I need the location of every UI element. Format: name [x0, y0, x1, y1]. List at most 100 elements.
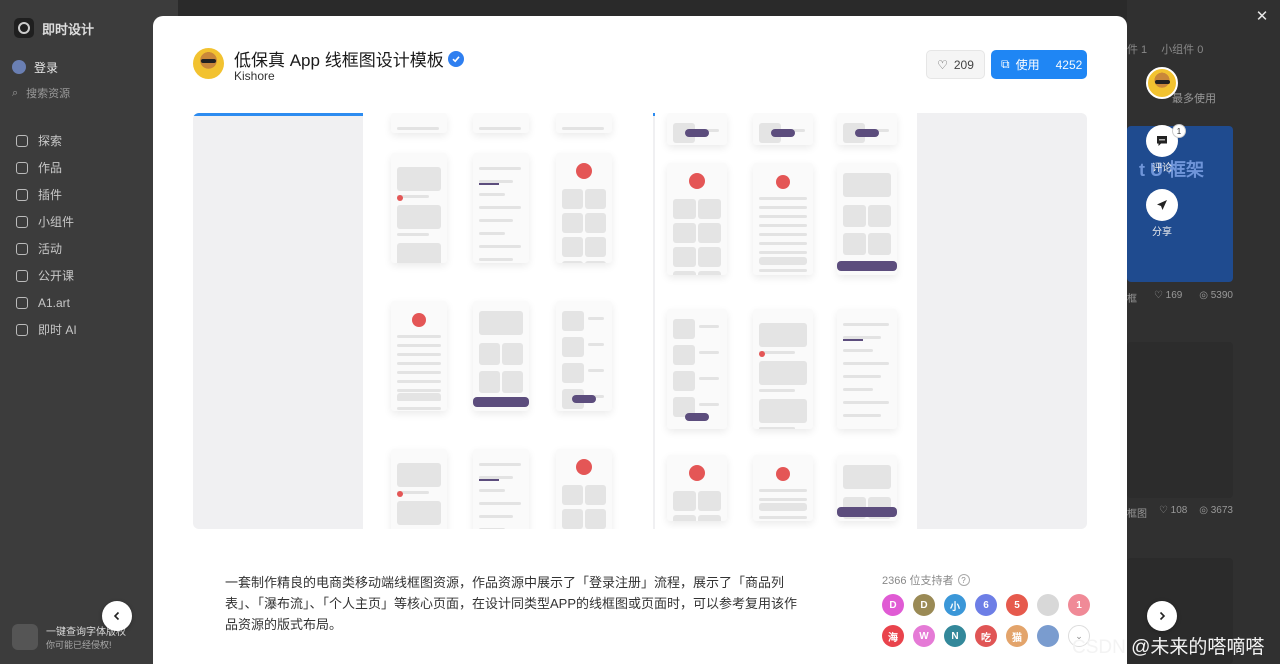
wireframe-shape: [776, 175, 790, 189]
sort-dropdown[interactable]: 最多使用: [1172, 90, 1216, 106]
supporter-avatar[interactable]: 海: [882, 625, 904, 647]
sidebar-item-courses[interactable]: 公开课: [16, 262, 77, 289]
app-name: 即时设计: [42, 21, 95, 37]
background-card[interactable]: [1127, 342, 1233, 498]
wireframe-shape: [397, 362, 441, 365]
wireframe-shape: [843, 173, 891, 197]
use-count: 4252: [1055, 57, 1083, 72]
supporter-avatar[interactable]: 5: [1006, 594, 1028, 616]
close-icon[interactable]: ✕: [1254, 9, 1270, 25]
wireframe-shape: [855, 129, 879, 137]
wireframe-screen: [556, 153, 612, 263]
wireframe-screen: [556, 113, 612, 133]
wireframe-shape: [843, 205, 866, 227]
use-button[interactable]: ⧉ 使用 4252: [991, 50, 1087, 79]
sidebar-item-label: A1.art: [38, 295, 71, 310]
wireframe-shape: [759, 361, 807, 385]
supporter-avatar[interactable]: N: [944, 625, 966, 647]
wireframe-screen: [667, 163, 727, 275]
like-button[interactable]: ♡ 209: [926, 50, 985, 79]
wireframe-shape: [673, 371, 695, 391]
help-icon[interactable]: ?: [957, 574, 970, 586]
copy-icon: ⧉: [1001, 57, 1010, 71]
wireframe-shape: [837, 507, 897, 517]
wireframe-shape: [473, 397, 529, 407]
share-button[interactable]: [1146, 189, 1178, 221]
wireframe-screen: [753, 309, 813, 429]
wireframe-shape: [759, 251, 807, 254]
wireframe-shape: [588, 317, 604, 320]
supporter-avatar[interactable]: D: [882, 594, 904, 616]
search-icon: ⌕: [12, 86, 19, 99]
sidebar-item-plugins[interactable]: 插件: [16, 181, 77, 208]
background-card[interactable]: t U 框架: [1127, 126, 1233, 282]
wireframe-shape: [562, 127, 604, 130]
wireframe-screen: [391, 153, 447, 263]
supporter-avatar[interactable]: 小: [944, 594, 966, 616]
view-count: ◎ 3673: [1199, 505, 1233, 516]
wireframe-shape: [479, 219, 513, 222]
wireframe-shape: [673, 345, 695, 365]
sidebar-item-explore[interactable]: 探索: [16, 127, 77, 154]
supporter-avatar[interactable]: 猫: [1006, 625, 1028, 647]
author-name[interactable]: Kishore: [234, 69, 275, 83]
wireframe-shape: [562, 337, 584, 357]
wireframe-screen: [473, 301, 529, 411]
wireframe-shape: [479, 502, 521, 505]
author-avatar-floating[interactable]: [1146, 67, 1178, 99]
sidebar-item-works[interactable]: 作品: [16, 154, 77, 181]
wireframe-shape: [759, 427, 795, 429]
prev-arrow-button[interactable]: [102, 601, 132, 631]
compass-icon: [16, 134, 28, 147]
wireframe-screen: [473, 113, 529, 133]
tab-widgets[interactable]: 小组件 0: [1161, 41, 1203, 57]
supporters-label: 2366 位支持者: [882, 575, 954, 587]
sidebar-item-a1art[interactable]: A1.art: [16, 289, 77, 316]
sidebar-item-widgets[interactable]: 小组件: [16, 208, 77, 235]
font-promo[interactable]: 一键查询字体版权 你可能已经侵权!: [12, 620, 162, 654]
wireframe-shape: [585, 485, 606, 505]
wireframe-shape: [479, 479, 499, 481]
wireframe-shape: [698, 223, 721, 243]
heart-icon: ♡: [937, 57, 948, 72]
wireframe-shape: [689, 465, 705, 481]
wireframe-shape: [479, 528, 505, 529]
wireframe-preview[interactable]: [193, 113, 1087, 529]
wireframe-screen: [473, 449, 529, 529]
wireframe-shape: [562, 189, 583, 209]
wireframe-shape: [397, 335, 441, 338]
wireframe-shape: [759, 498, 807, 501]
search-input[interactable]: ⌕ 搜索资源: [12, 82, 172, 104]
wireframe-shape: [562, 237, 583, 257]
tab-plugins[interactable]: 件 1: [1127, 41, 1147, 57]
author-avatar[interactable]: [193, 48, 224, 79]
supporter-avatar[interactable]: 1: [1068, 594, 1090, 616]
wireframe-shape: [776, 467, 790, 481]
wireframe-shape: [843, 465, 891, 489]
supporter-avatar[interactable]: 吃: [975, 625, 997, 647]
supporter-avatar[interactable]: 6: [975, 594, 997, 616]
supporter-avatar[interactable]: [1037, 594, 1059, 616]
wireframe-shape: [759, 224, 807, 227]
wireframe-shape: [759, 489, 807, 492]
wireframe-screen: [391, 113, 447, 133]
wireframe-shape: [397, 501, 441, 525]
wireframe-screen: [753, 455, 813, 521]
share-label: 分享: [1152, 227, 1172, 238]
sidebar-item-label: 小组件: [38, 215, 75, 229]
app-logo[interactable]: 即时设计: [14, 18, 94, 38]
resource-title: 低保真 App 线框图设计模板: [234, 46, 464, 71]
sidebar-item-ai[interactable]: 即时 AI: [16, 316, 77, 343]
wireframe-shape: [397, 407, 441, 410]
sidebar-item-events[interactable]: 活动: [16, 235, 77, 262]
book-icon: [16, 269, 28, 282]
supporter-avatar[interactable]: D: [913, 594, 935, 616]
wireframe-shape: [759, 351, 765, 357]
login-button[interactable]: 登录: [12, 56, 162, 78]
next-arrow-button[interactable]: [1147, 601, 1177, 631]
watermark: CSDN @未来的嗒嘀嗒: [1072, 637, 1265, 658]
sidebar-nav: 探索 作品 插件 小组件 活动 公开课 A1.art 即时 AI: [16, 127, 77, 343]
supporter-avatar[interactable]: [1037, 625, 1059, 647]
wireframe-shape: [843, 233, 866, 255]
supporter-avatar[interactable]: W: [913, 625, 935, 647]
